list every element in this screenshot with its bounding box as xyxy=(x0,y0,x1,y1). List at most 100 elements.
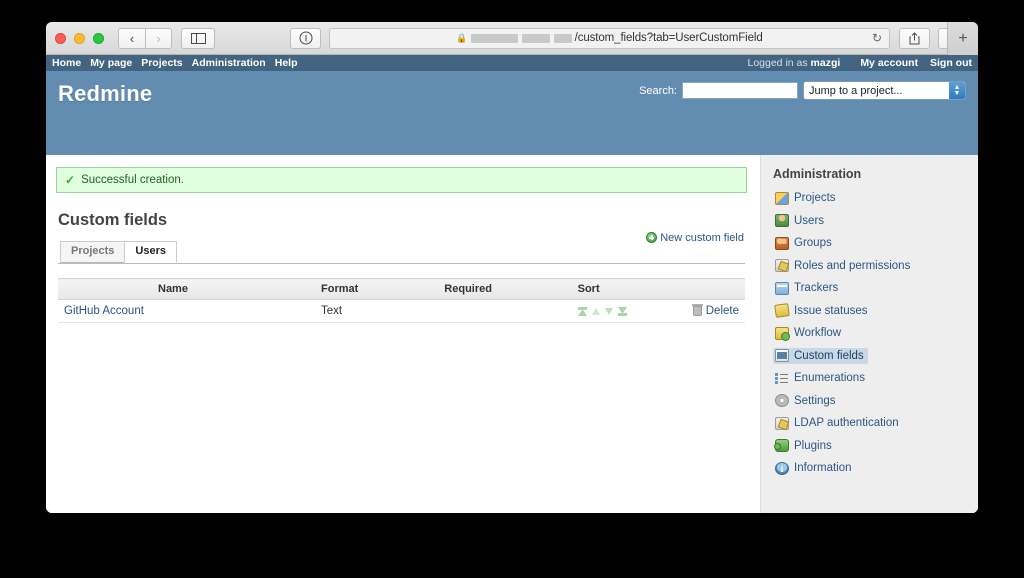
tab-projects[interactable]: Projects xyxy=(60,241,126,263)
information-icon xyxy=(775,461,789,475)
my-account-link[interactable]: My account xyxy=(860,57,918,69)
ldap-icon xyxy=(775,416,789,430)
sidebar-item-custom-fields[interactable]: Custom fields xyxy=(773,347,868,364)
column-header-sort[interactable]: Sort xyxy=(571,278,687,300)
cell-actions: Delete xyxy=(686,299,745,323)
project-jump-select[interactable]: Jump to a project... ▲ ▼ xyxy=(803,81,966,100)
chevron-updown-icon: ▲ ▼ xyxy=(949,82,965,99)
sidebar-item-label: Enumerations xyxy=(794,372,865,384)
sidebar-item-label: Users xyxy=(794,214,825,227)
sign-out-link[interactable]: Sign out xyxy=(930,57,972,69)
sidebar-item-users[interactable]: Users xyxy=(773,213,828,229)
contextual-actions: New custom field xyxy=(646,232,744,244)
share-icon[interactable] xyxy=(899,27,930,49)
cell-required xyxy=(438,299,572,323)
minimize-window-button[interactable] xyxy=(74,32,85,44)
sidebar-item-label: Roles and permissions xyxy=(794,259,911,272)
column-header-actions xyxy=(686,278,745,300)
trash-icon xyxy=(691,304,703,316)
new-tab-button[interactable]: + xyxy=(947,22,978,55)
maximize-window-button[interactable] xyxy=(93,32,104,44)
sidebar-item-issue-statuses[interactable]: Issue statuses xyxy=(773,303,872,319)
add-circle-icon xyxy=(646,232,658,243)
tabs: Projects Users xyxy=(58,241,745,264)
sidebar-item-label: Issue statuses xyxy=(794,304,868,317)
topmenu-item-administration[interactable]: Administration xyxy=(192,57,266,69)
list-item: Groups xyxy=(773,235,978,255)
account-links: My account Sign out xyxy=(851,57,972,69)
cell-name: GitHub Account xyxy=(58,299,316,323)
sidebar-item-trackers[interactable]: Trackers xyxy=(773,280,842,296)
sidebar-item-label: Groups xyxy=(794,237,832,249)
list-item: Workflow xyxy=(773,325,978,345)
main-content: ✓ Successful creation. New custom field … xyxy=(46,155,760,513)
sidebar-item-label: Workflow xyxy=(794,327,842,339)
tab-users[interactable]: Users xyxy=(124,241,177,263)
sidebar-item-label: Information xyxy=(794,462,852,474)
custom-field-link[interactable]: GitHub Account xyxy=(64,305,144,317)
url-path: /custom_fields?tab=UserCustomField xyxy=(574,32,763,44)
topmenu-item-home[interactable]: Home xyxy=(52,57,81,69)
browser-toolbar: ‹ › 🔒 /custom_fields?tab=UserCustomField xyxy=(46,22,978,55)
sidebar-item-label: Settings xyxy=(794,394,836,407)
navigation-buttons: ‹ › xyxy=(118,27,172,49)
flash-notice: ✓ Successful creation. xyxy=(56,167,747,193)
list-item: LDAP authentication xyxy=(773,415,978,435)
table-row: GitHub Account Text Delete xyxy=(58,299,745,323)
admin-menu: Projects Users Groups Roles and permissi… xyxy=(773,190,978,480)
column-header-format[interactable]: Format xyxy=(315,278,439,300)
url-content: 🔒 /custom_fields?tab=UserCustomField xyxy=(456,32,762,44)
close-window-button[interactable] xyxy=(55,32,66,44)
sidebar-item-workflow[interactable]: Workflow xyxy=(773,325,845,341)
sidebar-item-ldap-authentication[interactable]: LDAP authentication xyxy=(773,415,903,431)
list-item: Roles and permissions xyxy=(773,258,978,278)
check-icon: ✓ xyxy=(65,173,76,187)
logged-in-prefix: Logged in as xyxy=(747,57,808,69)
project-jump-value: Jump to a project... xyxy=(809,84,903,97)
list-item: Custom fields xyxy=(773,347,978,368)
new-custom-field-link[interactable]: New custom field xyxy=(646,232,744,244)
search-input[interactable] xyxy=(682,82,798,99)
back-arrow-icon[interactable]: ‹ xyxy=(118,27,145,49)
sidebar-item-enumerations[interactable]: Enumerations xyxy=(773,370,869,386)
issue-statuses-icon xyxy=(774,303,790,318)
sidebar-item-information[interactable]: Information xyxy=(773,460,856,476)
sidebar-toggle-icon[interactable] xyxy=(181,27,215,49)
groups-icon xyxy=(775,236,789,250)
list-item: Plugins xyxy=(773,438,978,458)
sort-to-top-icon[interactable] xyxy=(577,306,587,316)
sort-down-icon[interactable] xyxy=(604,307,613,315)
topmenu-item-my-page[interactable]: My page xyxy=(90,57,132,69)
custom-fields-table: Name Format Required Sort GitHub Account xyxy=(58,278,745,323)
settings-gear-icon xyxy=(775,394,789,407)
topmenu-item-projects[interactable]: Projects xyxy=(141,57,182,69)
reader-info-icon[interactable] xyxy=(290,27,321,49)
column-header-name[interactable]: Name xyxy=(58,278,316,300)
sidebar-item-settings[interactable]: Settings xyxy=(773,393,840,409)
sort-to-bottom-icon[interactable] xyxy=(617,306,627,316)
users-icon xyxy=(775,214,789,227)
logged-in-status: Logged in as mazgi xyxy=(747,57,840,69)
reload-icon[interactable]: ↻ xyxy=(872,31,882,45)
forward-arrow-icon[interactable]: › xyxy=(145,27,172,49)
new-custom-field-label: New custom field xyxy=(660,232,744,244)
delete-link[interactable]: Delete xyxy=(706,305,739,317)
sort-up-icon[interactable] xyxy=(591,307,600,315)
info-glyph xyxy=(299,31,312,45)
quick-search-area: Search: Jump to a project... ▲ ▼ xyxy=(639,81,966,100)
sidebar-item-label: Custom fields xyxy=(794,349,864,362)
url-bar[interactable]: 🔒 /custom_fields?tab=UserCustomField ↻ xyxy=(329,27,890,49)
page-title: Custom fields xyxy=(58,211,168,229)
sidebar-item-plugins[interactable]: Plugins xyxy=(773,438,836,454)
topmenu-item-help[interactable]: Help xyxy=(275,57,298,69)
sort-controls xyxy=(577,306,681,316)
sidebar-item-projects[interactable]: Projects xyxy=(773,190,840,206)
sidebar-item-groups[interactable]: Groups xyxy=(773,235,836,251)
delete-action[interactable]: Delete xyxy=(691,304,739,317)
column-header-required[interactable]: Required xyxy=(438,278,572,300)
flash-message: Successful creation. xyxy=(81,174,184,186)
redmine-header: Redmine Search: Jump to a project... ▲ ▼ xyxy=(46,71,978,155)
cell-sort xyxy=(571,299,687,323)
sidebar-item-roles-and-permissions[interactable]: Roles and permissions xyxy=(773,258,914,274)
window-controls xyxy=(55,32,104,44)
